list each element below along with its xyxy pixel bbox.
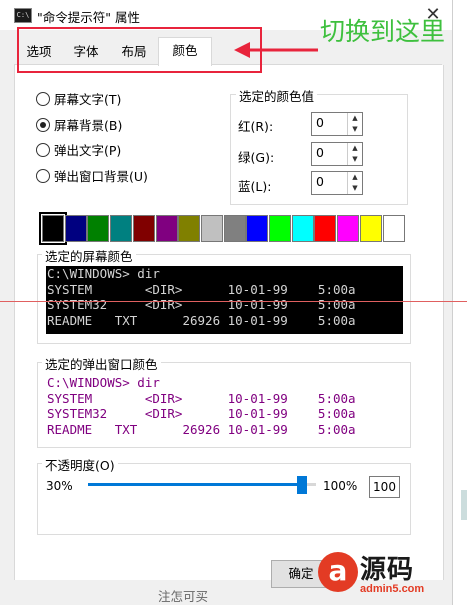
radio-label: 屏幕文字(T) (54, 92, 122, 107)
color-swatch[interactable] (291, 215, 314, 242)
highlight-box (17, 27, 262, 73)
window-title: "命令提示符" 属性 (37, 10, 140, 25)
opacity-max-label: 100% (323, 479, 358, 493)
side-edge (461, 490, 467, 520)
opacity-slider-thumb[interactable] (297, 476, 307, 494)
radio-popup-background[interactable]: 弹出窗口背景(U) (36, 168, 148, 186)
color-swatch[interactable] (155, 215, 178, 242)
pointer-arrow-icon (234, 42, 318, 58)
radio-screen-background[interactable]: 屏幕背景(B) (36, 117, 122, 135)
popup-colors-title: 选定的弹出窗口颜色 (42, 354, 161, 373)
green-spinner[interactable]: 0 ▲ ▼ (311, 142, 363, 166)
preview-line: SYSTEM <DIR> 10-01-99 5:00a (47, 281, 356, 297)
color-swatch[interactable] (223, 215, 246, 242)
color-swatch[interactable] (110, 215, 133, 242)
radio-indicator[interactable] (36, 118, 50, 132)
color-swatch[interactable] (87, 215, 110, 242)
screen-color-preview: C:\WINDOWS> dir SYSTEM <DIR> 10-01-99 5:0… (46, 266, 403, 334)
radio-indicator[interactable] (36, 169, 50, 183)
color-swatch[interactable] (382, 215, 405, 242)
red-spinner-arrows: ▲ ▼ (347, 113, 362, 135)
background-text: 注怎可买 (158, 589, 209, 604)
guide-line (0, 301, 467, 302)
preview-line: SYSTEM <DIR> 10-01-99 5:00a (47, 390, 356, 406)
arrow-down-icon[interactable]: ▼ (348, 183, 362, 194)
preview-line: SYSTEM32 <DIR> 10-01-99 5:00a (47, 297, 356, 312)
color-swatch[interactable] (64, 215, 87, 242)
preview-line: README TXT 26926 10-01-99 5:00a (47, 421, 356, 437)
cmd-icon: C:\ (14, 8, 32, 23)
annotation-text: 切换到这里 (320, 17, 446, 46)
watermark-logo-icon: a (318, 552, 358, 592)
arrow-down-icon[interactable]: ▼ (348, 124, 362, 135)
preview-line: SYSTEM32 <DIR> 10-01-99 5:00a (47, 406, 356, 421)
popup-color-preview: C:\WINDOWS> dir SYSTEM <DIR> 10-01-99 5:0… (46, 375, 403, 441)
preview-line: C:\WINDOWS> dir (47, 375, 160, 390)
color-swatch[interactable] (314, 215, 337, 242)
color-swatch[interactable] (337, 215, 360, 242)
opacity-value-field[interactable]: 100 (369, 476, 400, 498)
green-label: 绿(G): (238, 150, 275, 165)
color-values-title: 选定的颜色值 (236, 86, 318, 105)
opacity-min-label: 30% (46, 479, 73, 493)
radio-popup-text[interactable]: 弹出文字(P) (36, 142, 121, 160)
blue-spinner-arrows: ▲ ▼ (347, 172, 362, 194)
screen-colors-title: 选定的屏幕颜色 (42, 246, 136, 265)
blue-label: 蓝(L): (238, 179, 272, 194)
red-label: 红(R): (238, 119, 274, 134)
radio-indicator[interactable] (36, 143, 50, 157)
arrow-up-icon[interactable]: ▲ (348, 113, 362, 124)
watermark-url: admin5.com (360, 583, 425, 595)
properties-dialog: C:\ "命令提示符" 属性 ✕ 选项 字体 布局 颜色 屏幕文字(T) 屏幕背… (0, 0, 453, 605)
arrow-up-icon[interactable]: ▲ (348, 172, 362, 183)
color-swatch[interactable] (200, 215, 223, 242)
blue-spinner[interactable]: 0 ▲ ▼ (311, 171, 363, 195)
radio-label: 弹出窗口背景(U) (54, 169, 148, 184)
color-swatch[interactable] (178, 215, 201, 242)
green-value[interactable]: 0 (316, 145, 324, 160)
color-swatch[interactable] (269, 215, 291, 242)
watermark-text: 源码 (360, 555, 415, 585)
radio-label: 屏幕背景(B) (54, 118, 123, 133)
red-value[interactable]: 0 (316, 115, 324, 130)
red-spinner[interactable]: 0 ▲ ▼ (311, 112, 363, 136)
radio-label: 弹出文字(P) (54, 143, 122, 158)
arrow-down-icon[interactable]: ▼ (348, 154, 362, 165)
preview-line: README TXT 26926 10-01-99 5:00a (47, 312, 356, 328)
arrow-up-icon[interactable]: ▲ (348, 143, 362, 154)
color-swatch[interactable] (132, 215, 155, 242)
opacity-title: 不透明度(O) (42, 455, 118, 474)
color-swatch[interactable] (246, 215, 269, 242)
preview-line: C:\WINDOWS> dir (47, 266, 160, 281)
color-swatch[interactable] (359, 215, 382, 242)
green-spinner-arrows: ▲ ▼ (347, 143, 362, 165)
blue-value[interactable]: 0 (316, 174, 324, 189)
radio-indicator[interactable] (36, 92, 50, 106)
radio-screen-text[interactable]: 屏幕文字(T) (36, 91, 121, 109)
opacity-slider-fill (88, 483, 302, 486)
color-swatch[interactable] (39, 212, 67, 245)
